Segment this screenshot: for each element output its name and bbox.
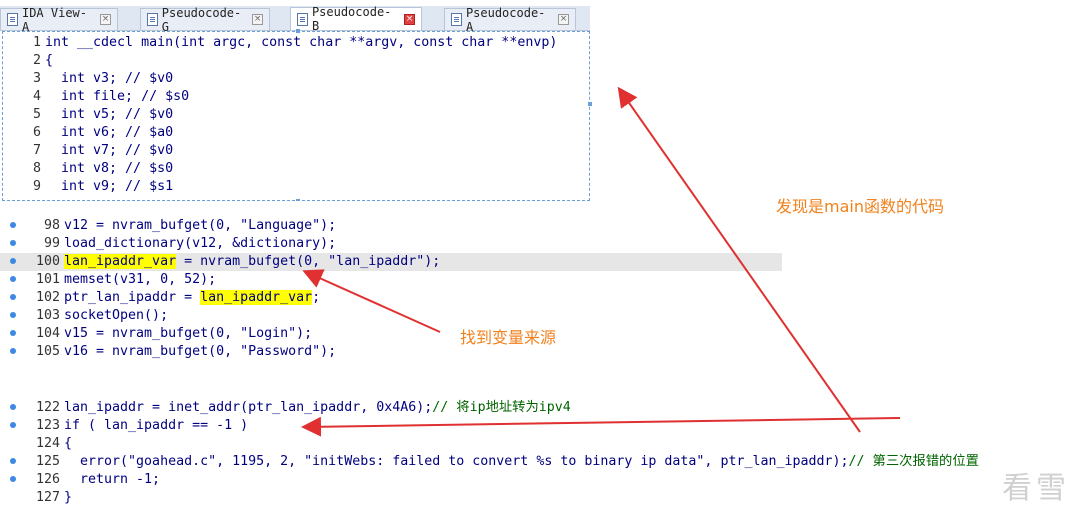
arrow-to-main — [617, 86, 861, 433]
arrow-to-var-source — [302, 269, 441, 333]
arrow-to-if-check — [301, 416, 901, 437]
annotation-arrows — [301, 86, 901, 437]
